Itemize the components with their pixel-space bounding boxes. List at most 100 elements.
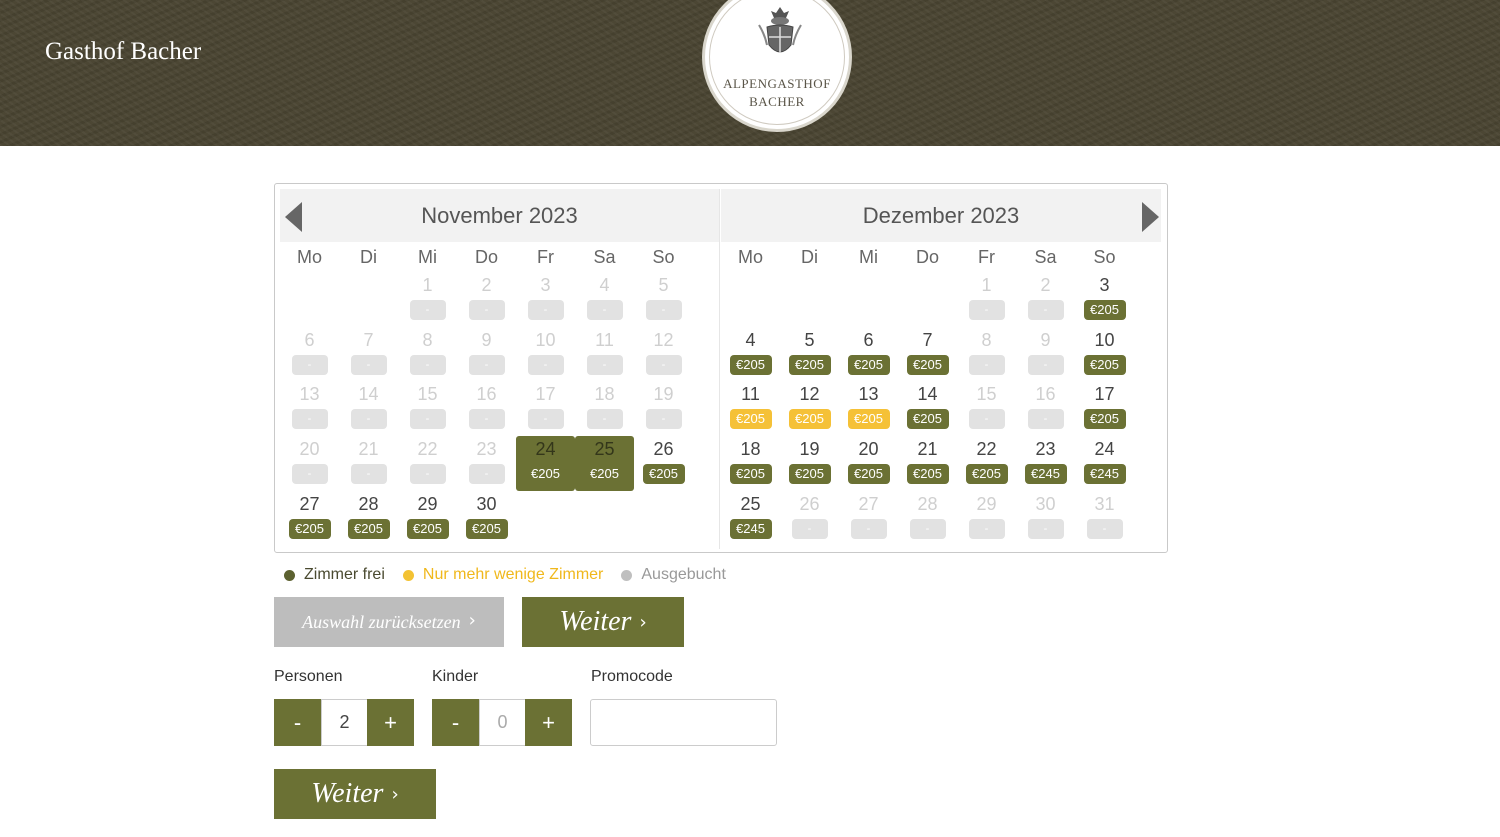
day-number: 3 xyxy=(540,275,551,295)
day-cell: 2- xyxy=(1016,272,1075,327)
price-badge: - xyxy=(968,409,1005,430)
price-badge: - xyxy=(291,464,328,485)
price-badge: - xyxy=(350,464,387,485)
week-row: 4 €205 5 €205 6 €205 7 €205 8-9-10 €205 xyxy=(721,327,1161,382)
day-cell[interactable]: 4 €205 xyxy=(721,327,780,382)
next-button-top[interactable]: Weiter › xyxy=(522,597,684,647)
price-badge: €205 xyxy=(347,518,390,539)
price-badge: €205 xyxy=(642,464,685,485)
promo-label: Promocode xyxy=(591,668,673,685)
day-cell[interactable]: 3 €205 xyxy=(1075,272,1134,327)
weekday-label: Sa xyxy=(1034,246,1057,267)
price-badge: - xyxy=(468,300,505,320)
day-cell: 31 - xyxy=(1075,491,1134,546)
day-number: 14 xyxy=(917,384,938,405)
price-badge: - xyxy=(1027,300,1064,320)
price-badge: - xyxy=(291,409,328,430)
day-cell: 21 - xyxy=(339,436,398,491)
day-cell[interactable]: 23 €245 xyxy=(1016,436,1075,491)
day-cell[interactable]: 18 €205 xyxy=(721,436,780,491)
persons-label: Personen xyxy=(274,668,343,685)
price-badge: - xyxy=(645,300,682,320)
day-cell[interactable]: 28 €205 xyxy=(339,491,398,546)
legend-few-label: Nur mehr wenige Zimmer xyxy=(422,566,604,583)
day-number: 21 xyxy=(358,439,379,460)
children-minus-button[interactable]: - xyxy=(432,699,479,746)
day-cell[interactable]: 24 €205 xyxy=(516,436,575,491)
day-cell[interactable]: 10 €205 xyxy=(1075,327,1134,382)
day-cell: 15 - xyxy=(398,381,457,436)
month-title: Dezember 2023 xyxy=(721,189,1161,242)
day-cell[interactable]: 20 €205 xyxy=(839,436,898,491)
day-number: 24 xyxy=(535,439,556,460)
day-number: 16 xyxy=(476,384,497,405)
persons-value[interactable]: 2 xyxy=(321,699,368,746)
week-row: 6-7-8-9-10-11-12- xyxy=(280,327,719,382)
persons-plus-button[interactable]: + xyxy=(367,699,414,746)
day-number: 9 xyxy=(481,329,492,350)
day-number: 21 xyxy=(917,439,938,460)
date-picker: November 2023 Mo Di Mi Do Fr Sa So 1-2-3-4-5-6… xyxy=(274,183,1168,553)
children-value[interactable]: 0 xyxy=(479,699,526,746)
day-cell[interactable]: 25 €205 xyxy=(575,436,634,491)
next-month-icon[interactable] xyxy=(1142,202,1159,232)
day-cell[interactable]: 21 €205 xyxy=(898,436,957,491)
day-number: 2 xyxy=(1040,275,1051,295)
price-badge: €205 xyxy=(729,409,772,430)
day-cell[interactable]: 17 €205 xyxy=(1075,381,1134,436)
weekday-row: Mo Di Mi Do Fr Sa So xyxy=(280,242,719,272)
weekday-label: Mi xyxy=(859,246,878,267)
day-cell[interactable]: 12 €205 xyxy=(780,381,839,436)
day-cell[interactable]: 25 €245 xyxy=(721,491,780,546)
day-cell[interactable]: 7 €205 xyxy=(898,327,957,382)
day-number: 27 xyxy=(299,493,320,514)
day-cell[interactable]: 14 €205 xyxy=(898,381,957,436)
day-cell: 7- xyxy=(339,327,398,382)
day-cell[interactable]: 6 €205 xyxy=(839,327,898,382)
day-cell: 15 - xyxy=(957,381,1016,436)
day-cell[interactable]: 13 €205 xyxy=(839,381,898,436)
day-cell[interactable]: 29 €205 xyxy=(398,491,457,546)
day-cell[interactable]: 27 €205 xyxy=(280,491,339,546)
week-row: 25 €245 26 - 27 - 28 - 29 - 30 - 31 - xyxy=(721,491,1161,546)
day-number: 7 xyxy=(363,329,374,350)
day-number: 4 xyxy=(599,275,610,295)
week-row: 1-2-3-4-5- xyxy=(280,272,719,327)
promo-input[interactable] xyxy=(590,699,777,746)
price-badge: €205 xyxy=(906,464,949,485)
reset-selection-button[interactable]: Auswahl zurücksetzen › xyxy=(274,597,504,647)
price-badge: €205 xyxy=(729,354,772,375)
brand-title[interactable]: Gasthof Bacher xyxy=(45,38,201,66)
price-badge: €205 xyxy=(531,466,560,482)
price-badge: €205 xyxy=(288,518,331,539)
day-number: 22 xyxy=(417,439,438,460)
empty-day-cell xyxy=(575,491,634,546)
day-cell[interactable]: 26 €205 xyxy=(634,436,693,491)
day-number: 20 xyxy=(858,439,879,460)
prev-month-icon[interactable] xyxy=(285,202,302,232)
next-button-bottom[interactable]: Weiter › xyxy=(274,769,436,819)
day-number: 1 xyxy=(981,275,992,295)
price-badge: - xyxy=(586,409,623,430)
day-number: 26 xyxy=(799,493,820,514)
day-number: 2 xyxy=(481,275,492,295)
day-number: 31 xyxy=(1094,493,1115,514)
price-badge: €205 xyxy=(906,354,949,375)
day-cell[interactable]: 19 €205 xyxy=(780,436,839,491)
chevron-right-icon: › xyxy=(639,612,647,633)
day-cell[interactable]: 24 €245 xyxy=(1075,436,1134,491)
day-number: 28 xyxy=(917,493,938,514)
children-plus-button[interactable]: + xyxy=(525,699,572,746)
day-cell[interactable]: 30 €205 xyxy=(457,491,516,546)
price-badge: €245 xyxy=(1024,464,1067,485)
day-cell[interactable]: 5 €205 xyxy=(780,327,839,382)
price-badge: €245 xyxy=(1083,464,1126,485)
logo[interactable]: ALPENGASTHOF BACHER xyxy=(702,0,852,132)
day-cell[interactable]: 22 €205 xyxy=(957,436,1016,491)
next-label: Weiter xyxy=(311,778,384,809)
day-cell[interactable]: 11 €205 xyxy=(721,381,780,436)
day-number: 24 xyxy=(1094,439,1115,460)
persons-minus-button[interactable]: - xyxy=(274,699,321,746)
price-badge: €205 xyxy=(1083,354,1126,375)
day-cell: 5- xyxy=(634,272,693,327)
